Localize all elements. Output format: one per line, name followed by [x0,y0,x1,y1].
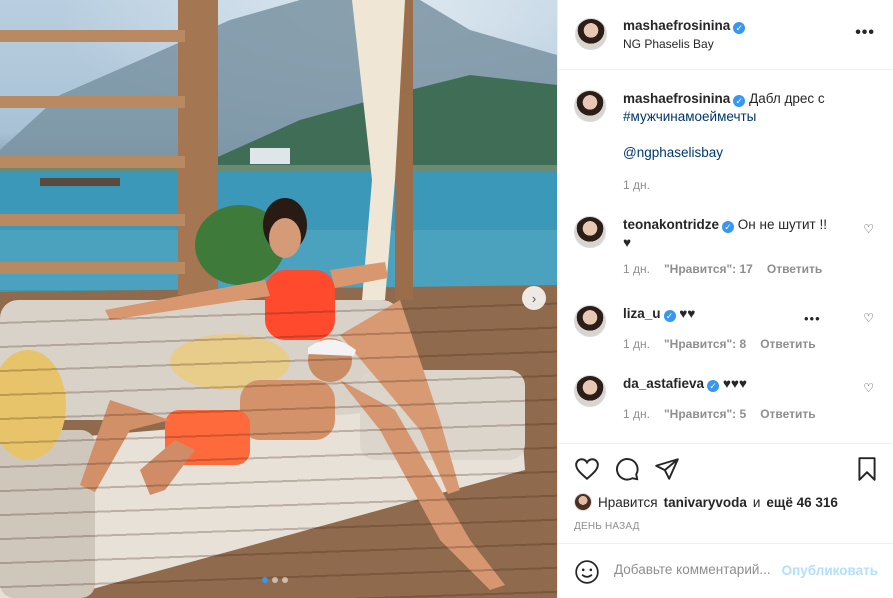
comment-meta: 1 дн. "Нравится": 17 Ответить [623,260,863,278]
comment-text: Он не шутит !! [737,217,827,232]
post-header: mashaefrosinina ✓ NG Phaselis Bay ••• [558,0,893,70]
post-actions: Нравится tanivaryvoda и ещё 46 316 День … [558,443,893,543]
post-panel: mashaefrosinina ✓ NG Phaselis Bay ••• mas… [557,0,893,598]
comment-time: 1 дн. [623,337,650,351]
liker-username[interactable]: tanivaryvoda [664,495,747,510]
post-timestamp[interactable]: День назад [574,521,640,532]
heart-icon[interactable] [574,456,600,482]
deck-texture [0,300,557,598]
comment-meta: 1 дн. "Нравится": 8 Ответить [623,335,863,353]
author-name[interactable]: mashaefrosinina [623,18,730,33]
comment-body: liza_u ✓ ♥♥ 1 дн. "Нравится": 8 Ответить [623,305,863,353]
commenter-avatar[interactable] [574,305,606,337]
heart-icon[interactable]: ♡ [863,222,874,236]
commenter-avatar[interactable] [574,216,606,248]
comment-username[interactable]: teonakontridze [623,217,719,232]
carousel-dot [272,577,278,583]
carousel-indicator [262,577,288,583]
likes-middle: и [752,494,761,510]
comment-input[interactable] [614,562,774,577]
likes-summary: Нравится tanivaryvoda и ещё 46 316 [574,493,838,511]
bookmark-icon[interactable] [854,456,880,482]
caption-username[interactable]: mashaefrosinina [623,91,730,106]
comment-text: ♥♥ [679,306,696,321]
verified-badge-icon: ✓ [733,95,746,107]
hashtag-link[interactable]: #мужчинамоеймечты [623,109,756,124]
add-comment-bar: Опубликовать [558,543,893,598]
caption-text: Дабл дрес с [749,91,825,106]
comment-icon[interactable] [614,456,640,482]
comment-likes[interactable]: "Нравится": 17 [664,260,753,278]
comments-list[interactable]: mashaefrosinina ✓ Дабл дрес с #мужчинамое… [558,70,893,442]
comment-time: 1 дн. [623,262,650,276]
comment-likes[interactable]: "Нравится": 5 [664,405,746,423]
author-avatar[interactable] [574,90,606,122]
post-photo[interactable]: › [0,0,557,598]
send-icon[interactable] [654,456,680,482]
reply-button[interactable]: Ответить [767,260,822,278]
emoji-icon[interactable] [574,559,600,585]
chevron-right-icon: › [531,290,537,306]
caption-meta: 1 дн. [623,176,863,194]
comment-body: teonakontridze ✓ Он не шутит !! ♥ 1 дн. "… [623,216,863,278]
verified-badge-icon: ✓ [733,22,746,34]
mention-link[interactable]: @ngphaselisbay [623,145,723,160]
comment-username[interactable]: liza_u [623,306,661,321]
carousel-dot [262,577,268,583]
verified-badge-icon: ✓ [663,310,676,322]
comment-body: da_astafieva ✓ ♥♥♥ 1 дн. "Нравится": 5 От… [623,375,863,423]
carousel-next-button[interactable]: › [522,286,546,310]
likes-count[interactable]: ещё 46 316 [766,495,837,510]
more-options-icon[interactable]: ••• [855,24,875,42]
liker-avatar[interactable] [574,493,592,511]
comment-time: 1 дн. [623,407,650,421]
caption-body: mashaefrosinina ✓ Дабл дрес с #мужчинамое… [623,90,863,194]
likes-prefix: Нравится [598,494,658,510]
location-link[interactable]: NG Phaselis Bay [623,37,714,51]
reply-button[interactable]: Ответить [760,335,815,353]
comment-likes[interactable]: "Нравится": 8 [664,335,746,353]
author-username[interactable]: mashaefrosinina ✓ [623,18,746,34]
comment-meta: 1 дн. "Нравится": 5 Ответить [623,405,863,423]
heart-icon[interactable]: ♡ [863,381,874,395]
comment-text-line2: ♥ [623,235,632,250]
verified-badge-icon: ✓ [707,380,720,392]
comment-text: ♥♥♥ [722,376,747,391]
comment-username[interactable]: da_astafieva [623,376,704,391]
author-avatar[interactable] [575,18,607,50]
carousel-dot [282,577,288,583]
reply-button[interactable]: Ответить [760,405,815,423]
heart-icon[interactable]: ♡ [863,311,874,325]
verified-badge-icon: ✓ [722,221,735,233]
publish-button[interactable]: Опубликовать [782,563,878,578]
commenter-avatar[interactable] [574,375,606,407]
caption-time: 1 дн. [623,178,650,192]
comment-options-icon[interactable]: ••• [804,311,821,326]
